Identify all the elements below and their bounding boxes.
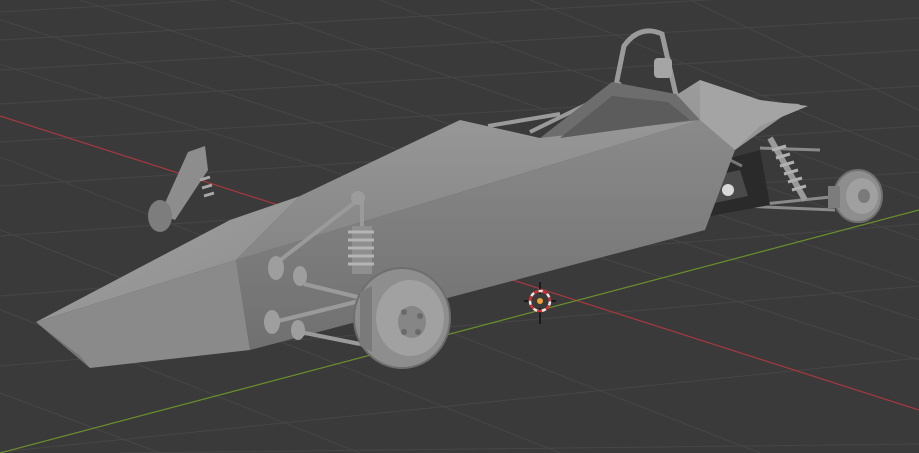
front-left-suspension	[148, 146, 215, 232]
3d-viewport[interactable]	[0, 0, 919, 453]
viewport-canvas[interactable]	[0, 0, 919, 453]
front-wheel-hub	[353, 267, 451, 369]
rear-spring	[767, 136, 808, 202]
fuel-cap	[654, 58, 672, 78]
